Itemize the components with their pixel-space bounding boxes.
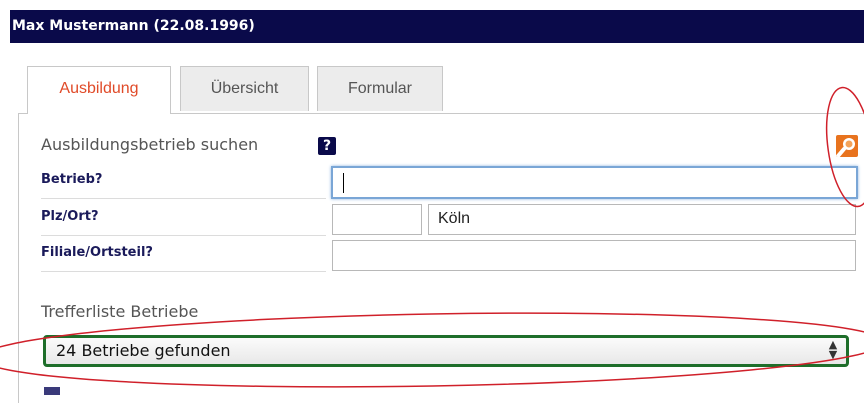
row-divider <box>41 271 326 272</box>
filiale-label: Filiale/Ortsteil? <box>41 245 153 260</box>
betrieb-input[interactable] <box>331 166 858 199</box>
results-label: Trefferliste Betriebe <box>41 302 199 321</box>
results-select[interactable]: 24 Betriebe gefunden ▲ ▼ <box>43 335 849 367</box>
plz-ort-label: Plz/Ort? <box>41 209 99 224</box>
window-title-bar: Max Mustermann (22.08.1996) <box>10 10 864 43</box>
select-arrows-icon: ▲ ▼ <box>828 338 838 361</box>
text-caret <box>343 173 344 193</box>
tab-uebersicht[interactable]: Übersicht <box>180 66 309 111</box>
checkbox-partial[interactable] <box>44 387 60 395</box>
ort-input[interactable]: Köln <box>428 204 856 235</box>
tab-formular[interactable]: Formular <box>317 66 443 111</box>
person-title: Max Mustermann (22.08.1996) <box>12 18 255 34</box>
filiale-input[interactable] <box>332 240 856 271</box>
search-icon[interactable] <box>836 135 858 157</box>
row-divider <box>41 198 326 199</box>
help-icon[interactable]: ? <box>318 137 336 155</box>
betrieb-label: Betrieb? <box>41 172 103 187</box>
row-divider <box>41 235 326 236</box>
tab-ausbildung[interactable]: Ausbildung <box>27 66 171 114</box>
search-section-heading: Ausbildungsbetrieb suchen <box>41 135 259 154</box>
plz-input[interactable] <box>332 204 422 235</box>
results-selected-value: 24 Betriebe gefunden <box>56 341 231 360</box>
